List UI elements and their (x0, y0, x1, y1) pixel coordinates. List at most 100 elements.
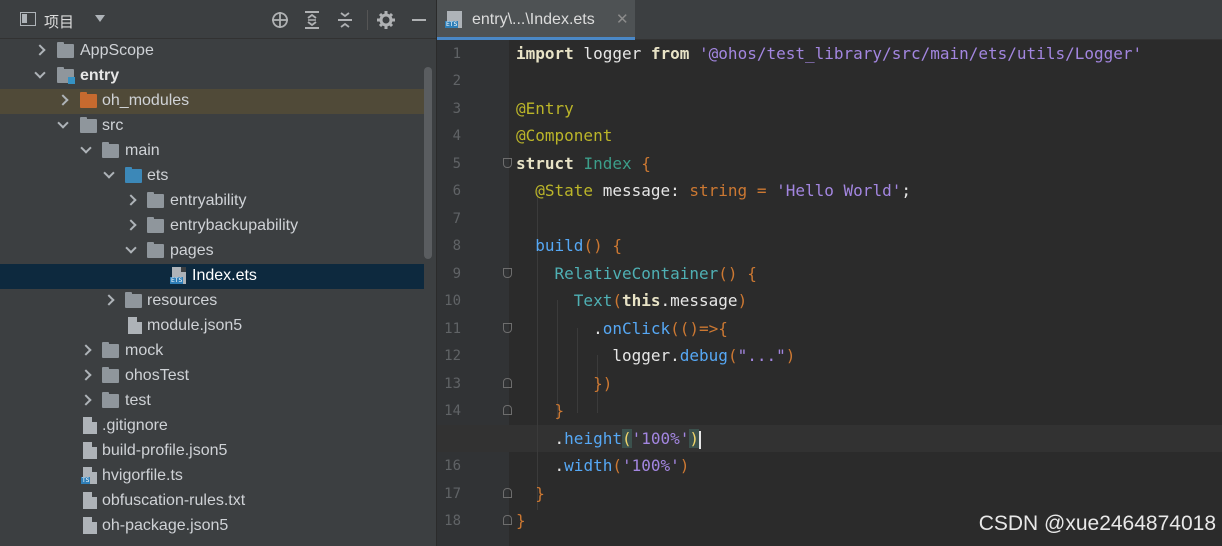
gitignore-file-icon (83, 417, 97, 434)
tree-item-label: ets (147, 167, 169, 184)
module-folder-icon (57, 67, 75, 84)
chevron-down-icon[interactable] (102, 168, 116, 182)
chevron-down-icon[interactable] (124, 243, 138, 257)
tree-item-label: .gitignore (102, 417, 168, 434)
chevron-down-icon[interactable] (33, 68, 47, 82)
minimize-icon[interactable] (408, 9, 430, 31)
chevron-right-icon[interactable] (124, 218, 138, 232)
code-line: struct Index { (516, 154, 651, 173)
tree-item-pages[interactable]: pages (0, 239, 424, 264)
chevron-right-icon[interactable] (102, 293, 116, 307)
tree-item-oh-package-json5[interactable]: oh-package.json5 (0, 514, 424, 539)
tree-item-ohostest[interactable]: ohosTest (0, 364, 424, 389)
line-number: 17 (444, 486, 461, 502)
tab-index-ets[interactable]: ETS entry\...\Index.ets ✕ (437, 0, 635, 40)
tree-item-label: mock (125, 342, 164, 359)
project-panel-header: 项目 (0, 0, 436, 39)
folder-icon (147, 217, 164, 233)
gear-icon[interactable] (375, 9, 397, 31)
line-number: 11 (444, 321, 461, 337)
line-number: 2 (452, 73, 461, 89)
close-icon[interactable]: ✕ (616, 10, 629, 28)
line-number: 12 (444, 348, 461, 364)
tree-item-test[interactable]: test (0, 389, 424, 414)
tree-item-main[interactable]: main (0, 139, 424, 164)
line-number: 18 (444, 513, 461, 529)
tree-item-src[interactable]: src (0, 114, 424, 139)
line-number: 3 (452, 101, 461, 117)
tree-item-label: entrybackupability (170, 217, 299, 234)
project-tree: AppScope entry oh_modules src main ets e… (0, 39, 436, 546)
chevron-right-icon[interactable] (56, 93, 70, 107)
tree-item-label: Index.ets (192, 267, 257, 284)
chevron-down-icon[interactable] (95, 15, 105, 22)
tree-item-entryability[interactable]: entryability (0, 189, 424, 214)
editor-tab-bar: ETS entry\...\Index.ets ✕ (437, 0, 1222, 40)
line-number: 6 (452, 183, 461, 199)
line-number: 9 (452, 266, 461, 282)
tree-item-label: obfuscation-rules.txt (102, 492, 246, 509)
project-panel: 项目 AppScope entry oh_modules src main et… (0, 0, 436, 546)
tree-item-obfuscation-rules-txt[interactable]: obfuscation-rules.txt (0, 489, 424, 514)
code-line-current: .height('100%') (554, 429, 702, 449)
tab-label: entry\...\Index.ets (472, 11, 595, 28)
line-number: 5 (452, 156, 461, 172)
folder-icon (102, 367, 119, 383)
tree-item-gitignore[interactable]: .gitignore (0, 414, 424, 439)
folder-icon (102, 142, 119, 158)
tree-item-ets[interactable]: ets (0, 164, 424, 189)
chevron-down-icon[interactable] (79, 143, 93, 157)
code-area[interactable]: import logger from '@ohos/test_library/s… (437, 40, 1222, 546)
watermark: CSDN @xue2464874018 (978, 512, 1216, 535)
line-number: 13 (444, 376, 461, 392)
tree-item-hvigorfile-ts[interactable]: TS hvigorfile.ts (0, 464, 424, 489)
code-line: } (554, 401, 565, 420)
folder-icon (147, 242, 164, 258)
tree-item-module-json5[interactable]: module.json5 (0, 314, 424, 339)
code-line: .width('100%') (554, 456, 690, 475)
chevron-right-icon[interactable] (79, 343, 93, 357)
tree-item-entry[interactable]: entry (0, 64, 424, 89)
tree-item-entrybackupability[interactable]: entrybackupability (0, 214, 424, 239)
line-number: 14 (444, 403, 461, 419)
text-cursor (699, 430, 702, 449)
collapse-all-icon[interactable] (334, 9, 356, 31)
tree-item-resources[interactable]: resources (0, 289, 424, 314)
tree-item-label: module.json5 (147, 317, 243, 334)
tree-scrollbar[interactable] (424, 67, 432, 259)
line-number: 1 (452, 46, 461, 62)
tree-item-label: oh_modules (102, 92, 190, 109)
project-pane-icon[interactable] (20, 12, 36, 26)
project-panel-title[interactable]: 项目 (44, 11, 74, 32)
expand-all-icon[interactable] (301, 9, 323, 31)
chevron-right-icon[interactable] (124, 193, 138, 207)
tree-item-label: main (125, 142, 160, 159)
chevron-right-icon[interactable] (79, 393, 93, 407)
chevron-down-icon[interactable] (56, 118, 70, 132)
tree-item-label: ohosTest (125, 367, 190, 384)
line-number: 16 (444, 458, 461, 474)
tree-item-index-ets[interactable]: ETS Index.ets (0, 264, 424, 289)
chevron-right-icon[interactable] (79, 368, 93, 382)
folder-icon (102, 342, 119, 358)
code-line: @State message: string = 'Hello World'; (535, 181, 911, 200)
tree-item-build-profile-json5[interactable]: build-profile.json5 (0, 439, 424, 464)
folder-icon (125, 292, 142, 308)
folder-icon (102, 392, 119, 408)
code-line: Text(this.message) (573, 291, 748, 310)
code-line: RelativeContainer() { (554, 264, 757, 283)
text-file-icon (83, 492, 97, 509)
folder-icon (147, 192, 164, 208)
code-line: } (535, 484, 545, 503)
tree-item-label: entry (80, 67, 120, 84)
code-line: logger.debug("...") (612, 346, 796, 365)
chevron-right-icon[interactable] (33, 43, 47, 57)
tree-item-oh-modules[interactable]: oh_modules (0, 89, 424, 114)
tree-item-appscope[interactable]: AppScope (0, 39, 424, 64)
tree-item-label: resources (147, 292, 218, 309)
tree-item-label: build-profile.json5 (102, 442, 228, 459)
tree-item-mock[interactable]: mock (0, 339, 424, 364)
json-file-icon (83, 442, 97, 459)
folder-icon (80, 92, 97, 108)
locate-icon[interactable] (269, 9, 291, 31)
